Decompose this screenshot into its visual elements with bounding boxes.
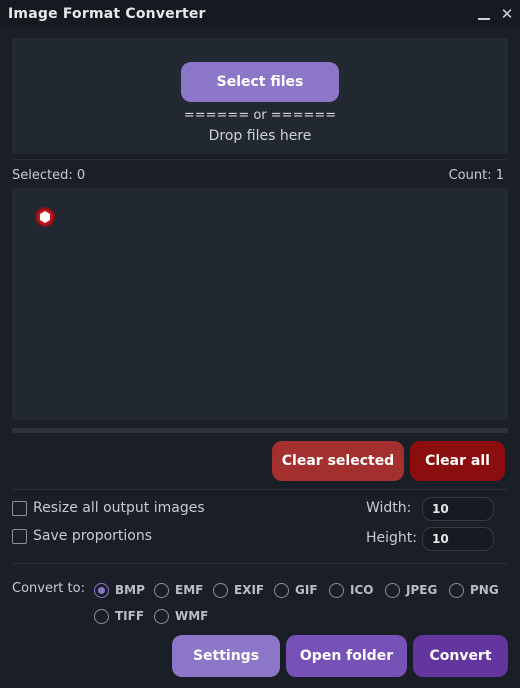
open-folder-button[interactable]: Open folder [286, 635, 407, 677]
format-label: EMF [175, 583, 204, 597]
minimize-icon[interactable] [473, 3, 495, 25]
drop-zone[interactable]: Select files ====== or ====== Drop files… [12, 38, 508, 154]
height-label: Height: [366, 530, 417, 546]
title-bar: Image Format Converter ✕ [0, 0, 520, 28]
file-list[interactable] [12, 188, 508, 420]
divider [12, 489, 508, 490]
clear-selected-button[interactable]: Clear selected [272, 441, 404, 481]
format-radio-exif[interactable]: EXIF [213, 581, 264, 599]
settings-button[interactable]: Settings [172, 635, 280, 677]
height-input[interactable]: 10 [422, 527, 494, 551]
total-count: Count: 1 [448, 168, 504, 183]
format-label: TIFF [115, 609, 145, 623]
format-radio-jpeg[interactable]: JPEG [385, 581, 437, 599]
format-radio-ico[interactable]: ICO [329, 581, 373, 599]
checkbox-box[interactable] [12, 528, 27, 544]
format-radio-bmp[interactable]: BMP [94, 581, 145, 599]
checkbox-box[interactable] [12, 500, 27, 516]
selected-count: Selected: 0 [12, 168, 86, 183]
resize-checkbox[interactable]: Resize all output images [12, 499, 205, 517]
horizontal-scrollbar[interactable] [12, 428, 508, 433]
format-label: WMF [175, 609, 209, 623]
radio-button[interactable] [154, 608, 169, 624]
format-label: EXIF [234, 583, 265, 597]
clear-all-button[interactable]: Clear all [410, 441, 505, 481]
width-label: Width: [366, 500, 412, 516]
radio-button[interactable] [385, 582, 400, 598]
format-radio-png[interactable]: PNG [449, 581, 499, 599]
save-proportions-checkbox[interactable]: Save proportions [12, 527, 152, 545]
window-title: Image Format Converter [8, 6, 206, 22]
format-radio-wmf[interactable]: WMF [154, 607, 208, 625]
radio-button[interactable] [329, 582, 344, 598]
drop-hint: Drop files here [208, 128, 312, 144]
format-label: PNG [470, 583, 499, 597]
close-icon[interactable]: ✕ [496, 3, 518, 25]
format-label: ICO [350, 583, 374, 597]
format-radio-gif[interactable]: GIF [274, 581, 318, 599]
width-input[interactable]: 10 [422, 497, 494, 521]
format-label: GIF [295, 583, 318, 597]
radio-button[interactable] [94, 582, 109, 598]
divider [12, 563, 508, 564]
select-files-button[interactable]: Select files [181, 62, 339, 102]
radio-button[interactable] [449, 582, 464, 598]
radio-button[interactable] [94, 608, 109, 624]
or-separator: ====== or ====== [183, 108, 337, 123]
format-radio-tiff[interactable]: TIFF [94, 607, 144, 625]
radio-button[interactable] [213, 582, 228, 598]
convert-button[interactable]: Convert [413, 635, 508, 677]
format-label: BMP [115, 583, 145, 597]
image-file-icon[interactable] [34, 206, 56, 228]
convert-to-label: Convert to: [12, 581, 85, 596]
radio-button[interactable] [154, 582, 169, 598]
format-label: JPEG [406, 583, 438, 597]
save-proportions-label: Save proportions [33, 528, 153, 544]
format-radio-emf[interactable]: EMF [154, 581, 203, 599]
resize-label: Resize all output images [33, 500, 205, 516]
divider [12, 159, 508, 160]
radio-button[interactable] [274, 582, 289, 598]
